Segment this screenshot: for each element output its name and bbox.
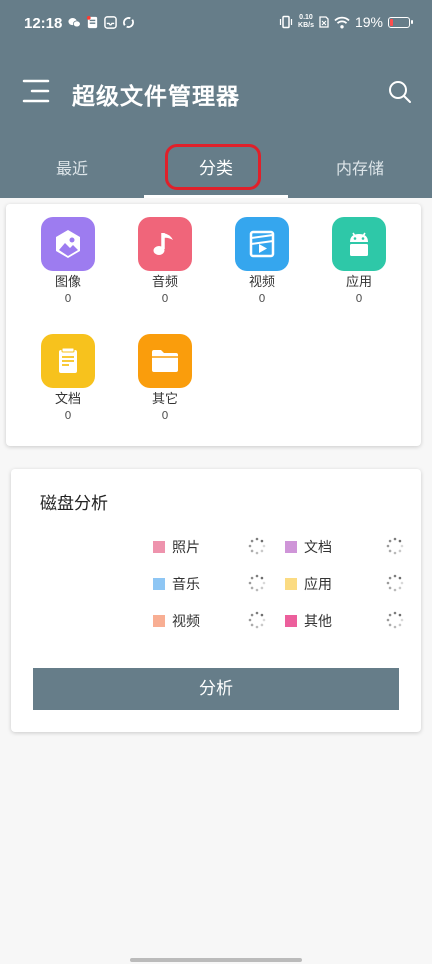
legend-documents: 文档 [285,537,332,557]
loading-spinner-icon [248,611,266,629]
category-tile [235,217,289,271]
category-count: 0 [355,292,363,305]
legend-swatch [285,541,297,553]
category-tile [41,334,95,388]
legend-swatch [153,578,165,590]
category-label: 应用 [345,275,372,290]
clock: 12:18 [24,15,63,32]
legend-apps: 应用 [285,574,332,594]
tab-indicator [144,195,288,198]
category-count: 0 [161,292,169,305]
category-tile [138,334,192,388]
category-other[interactable]: 其它 0 [125,334,205,423]
highlight-box [165,144,261,190]
music-note-icon [153,233,173,255]
battery-level [390,18,393,26]
wifi-icon [334,16,350,28]
notification-icons [68,16,135,29]
legend-swatch [153,541,165,553]
home-indicator [130,958,302,962]
legend-music: 音乐 [153,574,200,594]
loading-spinner-icon [386,537,404,555]
battery-icon [388,16,413,28]
category-label: 图像 [54,275,81,290]
legend-photos: 照片 [153,537,200,557]
legend-swatch [285,578,297,590]
android-icon [350,232,368,256]
category-label: 音频 [151,275,178,290]
vibrate-icon [279,15,293,29]
sim-card-icon [319,16,329,28]
status-bar: 12:18 0.10 KB/s 19% [0,0,432,50]
sync-icon [123,17,134,28]
loading-spinner-icon [248,574,266,592]
search-icon[interactable] [388,80,412,104]
category-label: 文档 [54,392,81,407]
video-icon [249,230,275,258]
folder-icon [152,350,178,372]
inbox-icon [104,16,117,29]
category-count: 0 [64,409,72,422]
category-apps[interactable]: 应用 0 [319,217,399,306]
app-title: 超级文件管理器 [72,84,240,110]
legend-swatch [153,615,165,627]
category-video[interactable]: 视频 0 [222,217,302,306]
category-card: 图像 0 音频 0 视频 0 应用 0 文档 0 其它 0 [6,204,421,446]
category-audio[interactable]: 音频 0 [125,217,205,306]
analyze-button[interactable]: 分析 [33,668,399,710]
menu-icon[interactable] [22,78,50,104]
category-count: 0 [161,409,169,422]
disk-analysis-card: 磁盘分析 照片 文档 音乐 应用 视频 其他 分析 [11,469,421,732]
tab-bar: 最近 分类 内存储 [0,140,432,198]
category-tile [332,217,386,271]
category-label: 视频 [248,275,275,290]
legend-video: 视频 [153,611,200,631]
app-bar: 超级文件管理器 [0,50,432,140]
category-documents[interactable]: 文档 0 [28,334,108,423]
category-tile [41,217,95,271]
tab-recent[interactable]: 最近 [0,140,144,198]
network-speed: 0.10 KB/s [298,14,314,29]
battery-percent: 19% [354,14,383,30]
category-count: 0 [64,292,72,305]
chat-icon [68,18,81,28]
image-icon [56,230,80,258]
disk-analysis-title: 磁盘分析 [40,494,108,514]
legend-other: 其他 [285,611,332,631]
system-icons: 0.10 KB/s 19% [279,14,413,30]
document-notify-icon [86,16,98,29]
category-count: 0 [258,292,266,305]
loading-spinner-icon [386,574,404,592]
category-image[interactable]: 图像 0 [28,217,108,306]
tab-internal-storage[interactable]: 内存储 [288,140,432,198]
legend-swatch [285,615,297,627]
document-icon [59,347,77,373]
category-tile [138,217,192,271]
loading-spinner-icon [248,537,266,555]
loading-spinner-icon [386,611,404,629]
category-label: 其它 [151,392,178,407]
